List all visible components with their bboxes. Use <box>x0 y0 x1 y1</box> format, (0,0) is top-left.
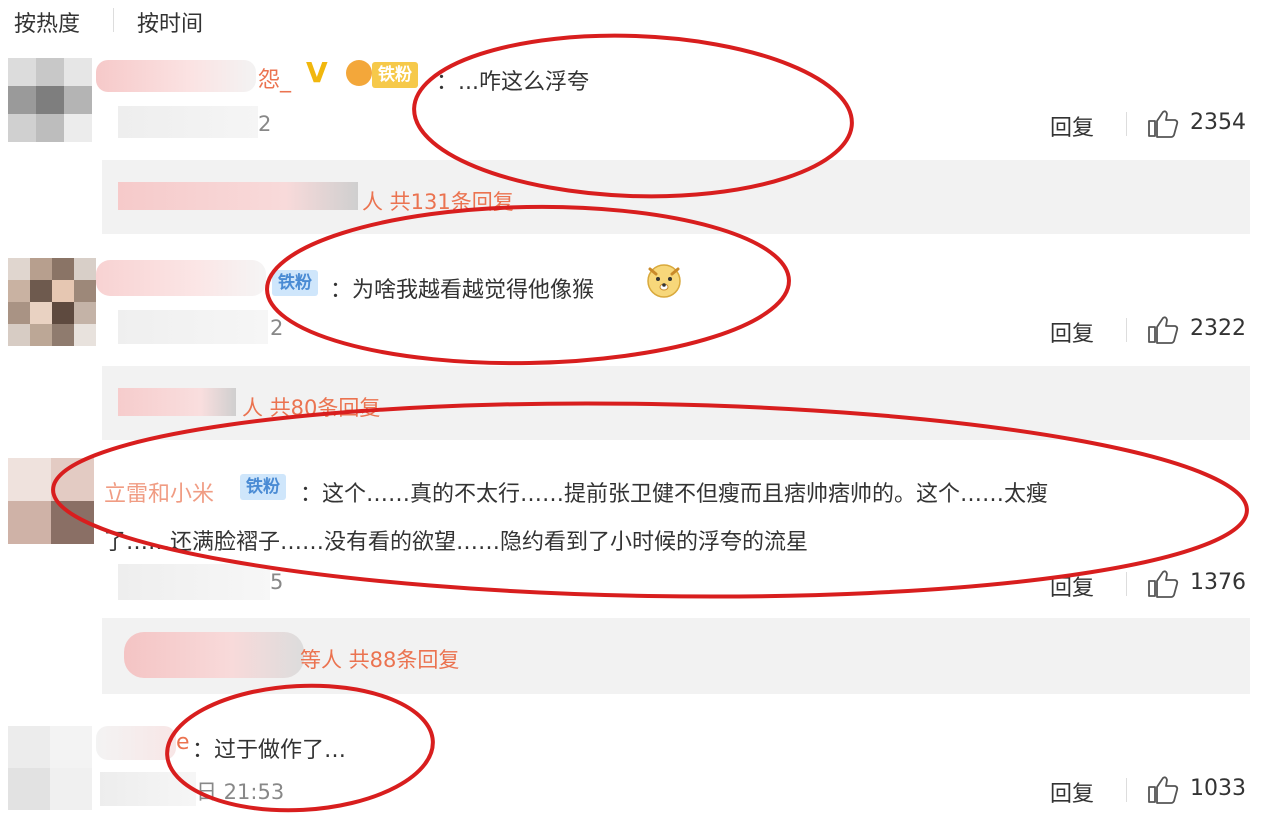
replies-count-link[interactable]: 等人 共88条回复 <box>300 644 459 674</box>
comment-item: 怨_ V 铁粉 ：...咋这么浮夸 2 回复 2354 人 共131条回复 <box>0 48 1280 238</box>
tab-hot[interactable]: 按热度 <box>14 6 80 38</box>
like-count: 2322 <box>1190 316 1246 341</box>
replies-summary[interactable]: 人 共80条回复 <box>102 366 1250 440</box>
comment-item: 铁粉 ：为啥我越看越觉得他像猴 2 回复 2322 人 共80条回复 <box>0 252 1280 442</box>
avatar[interactable] <box>8 58 92 142</box>
username-fragment[interactable]: 怨_ <box>258 62 291 94</box>
username-blurred[interactable] <box>96 726 176 760</box>
replies-count-link[interactable]: 人 共131条回复 <box>362 186 514 216</box>
replier-names-blurred <box>118 388 236 416</box>
timestamp-fragment: 2 <box>270 316 284 340</box>
fan-badge: 铁粉 <box>240 474 286 500</box>
action-divider <box>1126 318 1127 342</box>
reply-button[interactable]: 回复 <box>1050 316 1094 348</box>
comment-text-line-2: 了……还满脸褶子……没有看的欲望……隐约看到了小时候的浮夸的流星 <box>104 530 809 555</box>
username-blurred[interactable] <box>96 60 256 92</box>
username-fragment[interactable]: e <box>176 730 190 755</box>
replies-count-link[interactable]: 人 共80条回复 <box>242 392 380 422</box>
timestamp-fragment: 2 <box>258 112 272 136</box>
reply-button[interactable]: 回复 <box>1050 570 1094 602</box>
like-count: 2354 <box>1190 110 1246 135</box>
comment-text: ：...咋这么浮夸 <box>436 70 589 95</box>
sort-tab-bar: 按热度 按时间 <box>0 0 1280 44</box>
timestamp-blurred <box>118 564 270 600</box>
timestamp-fragment: 5 <box>270 570 284 594</box>
avatar[interactable] <box>8 726 92 810</box>
action-divider <box>1126 572 1127 596</box>
v-verified-icon: V <box>306 56 328 89</box>
replies-summary[interactable]: 人 共131条回复 <box>102 160 1250 234</box>
avatar[interactable] <box>8 258 96 346</box>
fan-home-icon <box>346 60 372 86</box>
like-count: 1033 <box>1190 776 1246 801</box>
thumbs-up-icon[interactable] <box>1146 314 1180 344</box>
tab-time[interactable]: 按时间 <box>137 6 203 38</box>
reply-button[interactable]: 回复 <box>1050 776 1094 808</box>
thumbs-up-icon[interactable] <box>1146 108 1180 138</box>
fan-badge: 铁粉 <box>272 270 318 296</box>
timestamp-fragment: 日 21:53 <box>196 780 285 804</box>
timestamp-blurred <box>118 106 258 138</box>
replier-names-blurred <box>118 182 358 210</box>
replier-names-blurred <box>124 632 304 678</box>
avatar[interactable] <box>8 458 94 544</box>
like-count: 1376 <box>1190 570 1246 595</box>
fan-badge: 铁粉 <box>372 62 418 88</box>
comment-text: ：为啥我越看越觉得他像猴 <box>330 278 595 303</box>
tab-divider <box>113 8 114 32</box>
dog-face-emoji-icon <box>647 264 681 298</box>
comment-item: e ：过于做作了… 日 21:53 回复 1033 <box>0 716 1280 825</box>
reply-button[interactable]: 回复 <box>1050 110 1094 142</box>
timestamp-blurred <box>118 310 268 344</box>
username-blurred[interactable] <box>96 260 266 296</box>
comment-text-line-1: ：这个……真的不太行……提前张卫健不但瘦而且痞帅痞帅的。这个……太瘦 <box>300 482 1049 507</box>
action-divider <box>1126 778 1127 802</box>
replies-summary[interactable]: 等人 共88条回复 <box>102 618 1250 694</box>
comment-item: 立雷和小米 铁粉 ：这个……真的不太行……提前张卫健不但瘦而且痞帅痞帅的。这个…… <box>0 452 1280 702</box>
action-divider <box>1126 112 1127 136</box>
username[interactable]: 立雷和小米 <box>104 476 214 508</box>
thumbs-up-icon[interactable] <box>1146 774 1180 804</box>
comment-text: ：过于做作了… <box>192 738 347 763</box>
thumbs-up-icon[interactable] <box>1146 568 1180 598</box>
timestamp-blurred <box>100 772 196 806</box>
